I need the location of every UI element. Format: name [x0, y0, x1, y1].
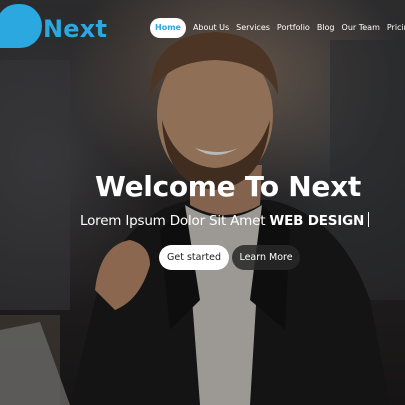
hero-actions: Get started Learn More — [159, 245, 300, 270]
nav-item-home[interactable]: Home — [150, 18, 186, 38]
logo-mark-icon — [0, 4, 42, 48]
hero-subtitle-highlight: WEB DESIGN — [269, 213, 365, 229]
brand-logo[interactable]: Next — [0, 4, 107, 48]
nav-item-services[interactable]: Services — [236, 18, 270, 38]
nav-item-pricing[interactable]: Pricing — [387, 18, 405, 38]
logo-text: Next — [43, 15, 108, 43]
nav-item-portfolio[interactable]: Portfolio — [277, 18, 310, 38]
hero-title: Welcome To Next — [95, 170, 361, 203]
hero-section: Next Home About Us Services Portfolio Bl… — [0, 0, 405, 405]
main-navigation: Home About Us Services Portfolio Blog Ou… — [150, 18, 405, 38]
nav-item-blog[interactable]: Blog — [317, 18, 335, 38]
nav-item-about-us[interactable]: About Us — [193, 18, 229, 38]
learn-more-button[interactable]: Learn More — [232, 245, 300, 270]
typing-cursor — [368, 212, 370, 227]
hero-subtitle-text: Lorem Ipsum Dolor Sit Amet — [80, 213, 266, 229]
get-started-button[interactable]: Get started — [159, 245, 229, 270]
hero-subtitle: Lorem Ipsum Dolor Sit Amet WEB DESIGN — [80, 212, 370, 229]
nav-item-our-team[interactable]: Our Team — [342, 18, 380, 38]
